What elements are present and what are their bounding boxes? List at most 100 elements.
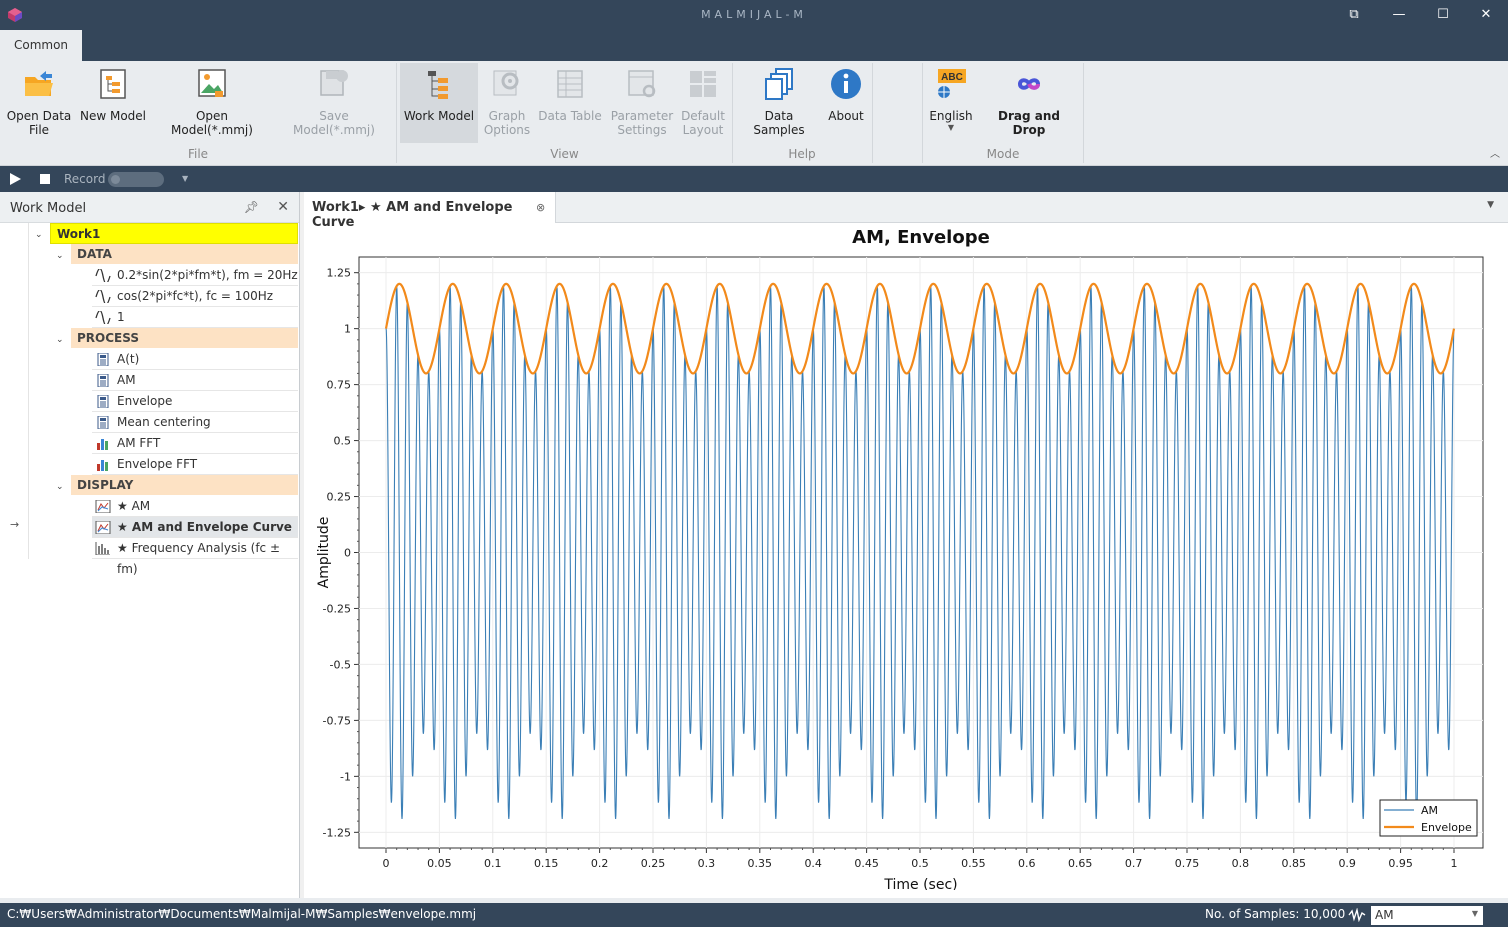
x-tick-label: 0.5 xyxy=(911,857,929,870)
open-model-icon xyxy=(198,69,226,97)
tree-item-label: 0.2*sin(2*pi*fm*t), fm = 20Hz xyxy=(117,268,298,282)
graph-options-button[interactable]: Graph Options xyxy=(480,63,534,143)
pin-icon[interactable]: 📌︎ xyxy=(244,200,259,214)
x-tick-label: 0.7 xyxy=(1125,857,1143,870)
sine-wave-icon xyxy=(95,311,111,324)
tree-item-label: ★ AM xyxy=(117,499,151,513)
series-select-value: AM xyxy=(1375,908,1394,922)
tree-category-process[interactable]: PROCESS xyxy=(71,328,298,349)
tree-item-process[interactable]: AM FFT xyxy=(92,433,298,454)
tree-item-label: AM xyxy=(117,373,136,387)
sine-wave-icon xyxy=(95,290,111,303)
x-tick-label: 0.2 xyxy=(591,857,609,870)
tree-item-process[interactable]: Envelope FFT xyxy=(92,454,298,475)
toggle-knob xyxy=(111,175,120,184)
am-envelope-chart[interactable]: AM, Envelope 0 0.05 0.1 0.15 0.2 0.25 0.3 0.35 0.… xyxy=(304,223,1508,890)
y-tick-label: 0 xyxy=(344,547,351,560)
save-model-label: Save Model(*.mmj) xyxy=(293,109,375,137)
tree-item-process[interactable]: Envelope xyxy=(92,391,298,412)
open-model-label: Open Model(*.mmj) xyxy=(171,109,253,137)
tree-category-data[interactable]: DATA xyxy=(71,244,298,265)
x-tick-label: 0.1 xyxy=(484,857,502,870)
y-tick-label: -0.75 xyxy=(323,714,351,727)
tree-item-display-selected[interactable]: ★ AM and Envelope Curve xyxy=(92,517,298,538)
play-icon[interactable] xyxy=(10,173,21,185)
table-icon xyxy=(557,70,583,98)
tree-item-label: AM FFT xyxy=(117,436,161,450)
new-model-button[interactable]: New Model xyxy=(78,63,148,143)
x-tick-label: 0.85 xyxy=(1282,857,1307,870)
chevron-down-icon[interactable]: ⌄ xyxy=(56,251,64,261)
settings-icon xyxy=(628,70,656,98)
tree-item-process[interactable]: AM xyxy=(92,370,298,391)
y-tick-label: 0.25 xyxy=(327,491,352,504)
language-dropdown-button[interactable]: ABC English ▼ xyxy=(928,63,974,143)
ribbon-group-mode: Mode xyxy=(986,147,1020,161)
tab-list-dropdown-icon[interactable]: ▼ xyxy=(1487,200,1494,210)
y-tick-label: 0.5 xyxy=(334,435,352,448)
work-model-icon xyxy=(428,71,448,99)
tree-item-process[interactable]: A(t) xyxy=(92,349,298,370)
minimize-button[interactable]: — xyxy=(1377,0,1421,30)
about-button[interactable]: About xyxy=(824,63,868,143)
tree-item-data[interactable]: cos(2*pi*fc*t), fc = 100Hz xyxy=(92,286,298,307)
y-axis-label: Amplitude xyxy=(316,517,332,589)
about-label: About xyxy=(828,109,864,123)
tree-item-data[interactable]: 0.2*sin(2*pi*fm*t), fm = 20Hz xyxy=(92,265,298,286)
ribbon: Open Data File New Model Open Model(*.mm… xyxy=(0,61,1508,166)
tab-common[interactable]: Common xyxy=(0,30,82,61)
default-layout-button[interactable]: Default Layout xyxy=(678,63,728,143)
toolbar-dropdown-icon[interactable]: ▼ xyxy=(182,166,188,192)
file-path: C:₩Users₩Administrator₩Documents₩Malmija… xyxy=(7,907,477,921)
infinity-icon xyxy=(1017,78,1041,90)
x-tick-label: 0.8 xyxy=(1232,857,1250,870)
save-model-button[interactable]: Save Model(*.mmj) xyxy=(278,63,390,143)
close-panel-icon[interactable]: ✕ xyxy=(277,199,289,215)
window-title: MALMIJAL-M xyxy=(701,8,807,21)
data-samples-button[interactable]: Data Samples xyxy=(738,63,820,143)
drag-and-drop-button[interactable]: Drag and Drop xyxy=(980,63,1078,143)
ribbon-separator xyxy=(396,63,397,163)
calculator-icon xyxy=(97,416,109,429)
tree-item-display[interactable]: ★ AM xyxy=(92,496,298,517)
ribbon-group-file: File xyxy=(187,147,209,161)
open-data-file-button[interactable]: Open Data File xyxy=(4,63,74,143)
open-model-button[interactable]: Open Model(*.mmj) xyxy=(154,63,270,143)
y-tick-label: -1.25 xyxy=(323,826,351,839)
tree-item-data[interactable]: 1 xyxy=(92,307,298,328)
series-select[interactable]: AM ▼ xyxy=(1371,906,1483,925)
y-tick-label: -1 xyxy=(340,770,351,783)
drag-and-drop-label: Drag and Drop xyxy=(998,109,1060,137)
sample-count: No. of Samples: 10,000 xyxy=(1205,907,1346,921)
close-window-button[interactable]: ✕ xyxy=(1464,0,1508,30)
document-tab[interactable]: Work1▸ ★ AM and Envelope Curve xyxy=(304,192,556,230)
tree-item-label: cos(2*pi*fc*t), fc = 100Hz xyxy=(117,289,274,303)
tree-root-work1[interactable]: Work1 xyxy=(50,223,298,244)
tree-item-display[interactable]: ★ Frequency Analysis (fc ± fm) xyxy=(92,538,298,576)
close-tab-icon[interactable]: ⊗ xyxy=(536,201,545,214)
record-toggle[interactable] xyxy=(108,172,164,187)
x-tick-label: 0.65 xyxy=(1068,857,1093,870)
x-tick-label: 0.95 xyxy=(1388,857,1413,870)
restore-layout-button[interactable]: ⧉ xyxy=(1332,0,1376,30)
x-tick-label: 0 xyxy=(383,857,390,870)
collapse-ribbon-icon[interactable]: ︿ xyxy=(1490,145,1500,160)
playback-toolbar: Record ▼ xyxy=(0,166,1508,192)
parameter-settings-button[interactable]: Parameter Settings xyxy=(608,63,676,143)
stop-icon[interactable] xyxy=(40,174,50,184)
chevron-down-icon[interactable]: ⌄ xyxy=(56,335,64,345)
data-samples-icon xyxy=(765,68,793,100)
work-model-button[interactable]: Work Model xyxy=(400,63,478,143)
chevron-down-icon[interactable]: ⌄ xyxy=(56,482,64,492)
work-model-label: Work Model xyxy=(403,109,475,123)
chevron-down-icon[interactable]: ⌄ xyxy=(35,230,43,240)
language-icon: ABC xyxy=(938,69,966,98)
tree-item-label: A(t) xyxy=(117,352,140,366)
tree-item-process[interactable]: Mean centering xyxy=(92,412,298,433)
tree-category-display[interactable]: DISPLAY xyxy=(71,475,298,496)
current-row-arrow-icon: → xyxy=(10,518,20,531)
x-tick-label: 0.55 xyxy=(961,857,986,870)
maximize-button[interactable]: ☐ xyxy=(1421,0,1465,30)
x-tick-label: 0.05 xyxy=(427,857,452,870)
data-table-button[interactable]: Data Table xyxy=(536,63,604,143)
